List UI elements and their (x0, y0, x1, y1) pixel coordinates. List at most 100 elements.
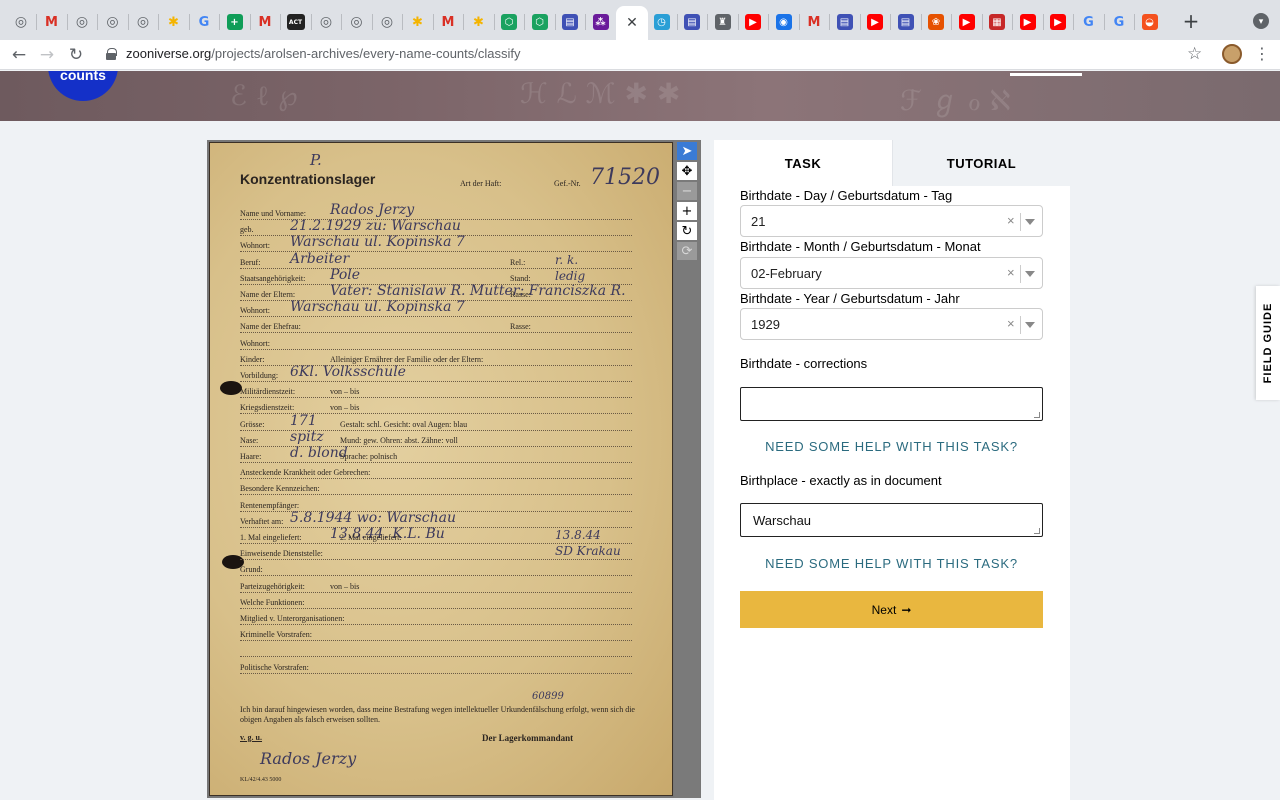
birthdate-month-select[interactable]: 02-February × (740, 257, 1043, 289)
doc-field-label: Rasse: (510, 290, 531, 299)
browser-tab[interactable]: M (37, 7, 67, 37)
clear-icon[interactable]: × (1007, 265, 1015, 280)
zooniverse-icon: ▤ (836, 14, 853, 30)
doc-top-mark: P. (310, 151, 322, 169)
reload-icon[interactable]: ↻ (64, 43, 88, 67)
doc-field-label: Ansteckende Krankheit oder Gebrechen: (240, 468, 371, 478)
back-arrow-icon[interactable]: ← (7, 43, 31, 67)
doc-dotted-line (240, 624, 632, 625)
browser-tab[interactable]: ◎ (98, 7, 128, 37)
doc-handwritten-value: Rados Jerzy (330, 202, 415, 218)
pointer-icon[interactable]: ➤ (677, 142, 697, 160)
forward-arrow-icon[interactable]: → (35, 43, 59, 67)
doc-field-label: Grund: (240, 565, 263, 575)
help-link[interactable]: NEED SOME HELP WITH THIS TASK? (740, 556, 1043, 571)
browser-tab[interactable]: ✱ (464, 7, 494, 37)
browser-tab[interactable]: ▶ (952, 7, 982, 37)
browser-tab[interactable]: G (189, 7, 219, 37)
zooniverse-icon: ▤ (897, 14, 914, 30)
doc-dotted-line (240, 494, 632, 496)
browser-tab[interactable]: ▶ (1013, 7, 1043, 37)
field-guide-tab[interactable]: FIELD GUIDE (1256, 286, 1280, 400)
browser-tab[interactable]: ♜ (708, 7, 738, 37)
doc-dotted-line (240, 559, 632, 561)
browser-tab[interactable]: ◎ (6, 7, 36, 37)
browser-tab[interactable]: ▶ (738, 7, 768, 37)
browser-tab[interactable]: ◎ (128, 7, 158, 37)
browser-tab[interactable]: ⬡ (525, 7, 555, 37)
browser-tab[interactable]: ▤ (677, 7, 707, 37)
bookmark-star-icon[interactable]: ☆ (1187, 44, 1202, 64)
resize-grip-icon[interactable] (1034, 412, 1040, 418)
doc-gef-nr-label: Gef.-Nr. (554, 179, 581, 188)
url-host: zooniverse.org (126, 46, 212, 61)
browser-tab[interactable]: ◷ (647, 7, 677, 37)
new-tab-button[interactable]: + (1180, 9, 1202, 33)
chevron-down-icon[interactable] (1025, 271, 1035, 277)
clear-icon[interactable]: × (1007, 213, 1015, 228)
doc-field-label: Einweisende Dienststelle: (240, 549, 323, 559)
browser-tab[interactable]: M (433, 7, 463, 37)
browser-tab[interactable]: ✱ (159, 7, 189, 37)
doc-vgu: v. g. u. (240, 733, 263, 742)
browser-tab[interactable]: ◎ (311, 7, 341, 37)
browser-tab[interactable]: G (1104, 7, 1134, 37)
chevron-down-icon[interactable] (1025, 219, 1035, 225)
rotate-icon[interactable]: ↻ (677, 222, 697, 240)
browser-tab[interactable]: M (250, 7, 280, 37)
browser-tab[interactable]: ⬡ (494, 7, 524, 37)
zoom-out-icon[interactable]: − (677, 182, 697, 200)
browser-tab[interactable]: ◒ (1135, 7, 1165, 37)
chrome-icon: ◎ (75, 14, 89, 30)
birthdate-year-select[interactable]: 1929 × (740, 308, 1043, 340)
subject-viewer[interactable]: P. Konzentrationslager Art der Haft: Gef… (207, 140, 701, 798)
browser-tab[interactable]: ▤ (891, 7, 921, 37)
close-tab-icon[interactable]: ✕ (624, 15, 640, 31)
browser-tab[interactable]: + (220, 7, 250, 37)
birthdate-day-select[interactable]: 21 × (740, 205, 1043, 237)
browser-tab[interactable]: ❀ (921, 7, 951, 37)
profile-avatar[interactable] (1222, 44, 1242, 64)
reset-icon[interactable]: ⟳ (677, 242, 697, 260)
browser-tab[interactable]: ◉ (769, 7, 799, 37)
birthplace-field[interactable]: Warschau (740, 503, 1043, 537)
move-icon[interactable]: ✥ (677, 162, 697, 180)
zoom-in-icon[interactable]: + (677, 202, 697, 220)
browser-tab[interactable]: ◎ (372, 7, 402, 37)
browser-tab[interactable]: ACT (281, 7, 311, 37)
project-logo[interactable]: counts (48, 71, 118, 101)
browser-tab[interactable]: ◎ (342, 7, 372, 37)
browser-tab[interactable]: ▶ (1043, 7, 1073, 37)
browser-tab[interactable]: ▦ (982, 7, 1012, 37)
tab-tutorial[interactable]: TUTORIAL (892, 140, 1070, 186)
browser-tab[interactable]: M (799, 7, 829, 37)
browser-tab[interactable]: ▤ (555, 7, 585, 37)
chevron-down-icon[interactable] (1025, 322, 1035, 328)
browser-tab[interactable]: ▶ (860, 7, 890, 37)
active-tab[interactable]: ✕ (616, 6, 648, 40)
doc-field-label: Name der Ehefrau: (240, 322, 301, 332)
doc-title: Konzentrationslager (240, 171, 376, 187)
resize-grip-icon[interactable] (1034, 528, 1040, 534)
paw-icon: ❀ (928, 14, 944, 30)
browser-tab[interactable]: ◎ (67, 7, 97, 37)
tab-task[interactable]: TASK (714, 140, 892, 186)
clear-icon[interactable]: × (1007, 316, 1015, 331)
doc-handwritten-value: ledig (555, 268, 586, 283)
browser-menu-icon[interactable]: ⋮ (1254, 44, 1270, 63)
next-button[interactable]: Next ➞ (740, 591, 1043, 628)
help-link[interactable]: NEED SOME HELP WITH THIS TASK? (740, 439, 1043, 454)
zooniverse-icon: ▤ (684, 14, 700, 30)
subject-document-image[interactable]: P. Konzentrationslager Art der Haft: Gef… (209, 142, 673, 796)
chrome-icon: ◎ (319, 14, 333, 30)
url-path: /projects/arolsen-archives/every-name-co… (211, 46, 521, 61)
browser-tab[interactable]: G (1074, 7, 1104, 37)
birthplace-label: Birthplace - exactly as in document (740, 473, 942, 488)
birthdate-corrections-field[interactable] (740, 387, 1043, 421)
address-bar[interactable]: zooniverse.org/projects/arolsen-archives… (126, 46, 521, 61)
ink-blot (220, 381, 242, 395)
browser-tab[interactable]: ✱ (403, 7, 433, 37)
tab-search-icon[interactable]: ▾ (1253, 13, 1269, 29)
browser-tab[interactable]: ▤ (830, 7, 860, 37)
browser-tab[interactable]: ⁂ (586, 7, 616, 37)
